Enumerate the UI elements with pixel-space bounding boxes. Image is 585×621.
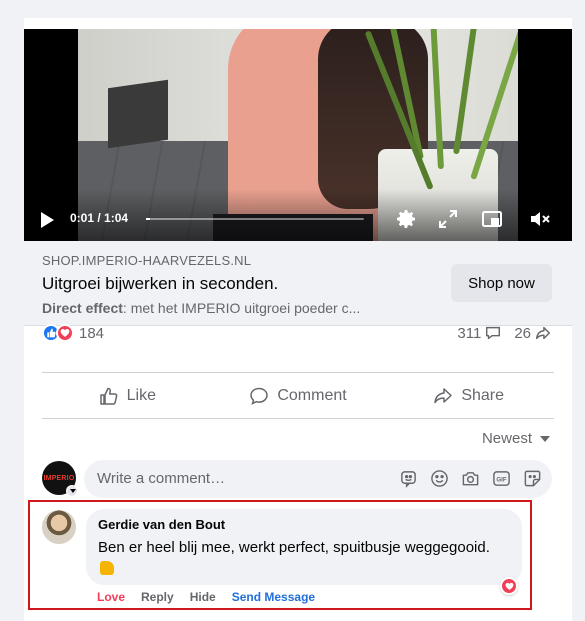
composer-tools: GIF	[399, 469, 542, 488]
reaction-count: 184	[79, 324, 105, 342]
like-label: Like	[126, 387, 157, 404]
comment-count[interactable]: 311	[457, 325, 481, 342]
link-headline[interactable]: Uitgroei bijwerken in seconden.	[42, 274, 278, 294]
gif-icon[interactable]: GIF	[492, 469, 511, 488]
comment-author[interactable]: Gerdie van den Bout	[98, 517, 225, 532]
love-reaction-icon[interactable]	[500, 577, 518, 595]
video-player[interactable]: 0:01 / 1:04	[24, 29, 572, 241]
like-button[interactable]: Like	[42, 375, 213, 417]
send-message-link[interactable]: Send Message	[232, 590, 315, 604]
comment-hide-link[interactable]: Hide	[190, 590, 216, 604]
fullscreen-icon[interactable]	[436, 207, 460, 231]
svg-text:GIF: GIF	[496, 476, 506, 483]
share-count-icon	[535, 326, 551, 340]
avatar-sticker-icon[interactable]	[399, 469, 418, 488]
sort-label: Newest	[481, 430, 532, 447]
link-description: Direct effect: met het IMPERIO uitgroei …	[42, 300, 422, 316]
chevron-down-icon[interactable]	[66, 485, 78, 497]
picture-in-picture-icon[interactable]	[480, 207, 504, 231]
link-description-bold: Direct effect	[42, 300, 123, 316]
share-button[interactable]: Share	[383, 375, 554, 417]
shop-now-button[interactable]: Shop now	[451, 264, 552, 302]
avatar-logo-text: IMPERIO	[43, 474, 75, 482]
caret-down-icon	[540, 435, 550, 442]
volume-muted-icon[interactable]	[528, 207, 552, 231]
divider	[42, 418, 554, 419]
post-actions: Like Comment Share	[42, 375, 554, 417]
reaction-summary[interactable]: 184	[42, 322, 104, 344]
comment-actions: Love Reply Hide Send Message 1d	[97, 590, 331, 621]
comment-input-placeholder: Write a comment…	[97, 470, 226, 487]
video-progress-fill	[146, 218, 151, 220]
video-progress-bar[interactable]	[146, 218, 364, 220]
video-time: 0:01 / 1:04	[70, 211, 129, 225]
comment-sort-dropdown[interactable]: Newest	[482, 430, 550, 447]
thumbs-up-emoji-icon	[100, 561, 114, 575]
comment-reply-link[interactable]: Reply	[141, 590, 174, 604]
play-icon[interactable]	[41, 212, 54, 228]
link-preview[interactable]: SHOP.IMPERIO-HAARVEZELS.NL Uitgroei bijw…	[24, 241, 572, 326]
link-description-rest: : met het IMPERIO uitgroei poeder c...	[122, 300, 361, 316]
share-label: Share	[461, 387, 505, 404]
emoji-icon[interactable]	[430, 469, 449, 488]
video-controls: 0:01 / 1:04	[24, 189, 572, 241]
sticker-icon[interactable]	[523, 469, 542, 488]
share-icon	[434, 388, 453, 404]
comment-timestamp: 1d	[143, 612, 157, 621]
gear-icon[interactable]	[394, 207, 418, 231]
comment-count-icon	[486, 326, 501, 340]
link-domain: SHOP.IMPERIO-HAARVEZELS.NL	[42, 253, 252, 268]
comment-input[interactable]: Write a comment… GIF	[84, 460, 552, 498]
comment-label: Comment	[277, 387, 347, 404]
comment-love-link[interactable]: Love	[97, 590, 125, 604]
comment-text: Ben er heel blij mee, werkt perfect, spu…	[98, 539, 490, 556]
avatar[interactable]	[42, 510, 76, 544]
divider	[42, 372, 554, 373]
love-reaction-icon	[56, 324, 74, 342]
camera-icon[interactable]	[461, 469, 480, 488]
thumbs-up-icon	[99, 387, 118, 405]
engagement-counts: 311 26	[457, 324, 552, 342]
share-count[interactable]: 26	[514, 325, 531, 342]
comment-icon	[250, 387, 269, 405]
comment-bubble: Gerdie van den Bout Ben er heel blij mee…	[86, 509, 522, 585]
comment-button[interactable]: Comment	[213, 375, 384, 417]
comment-text-wrapper: Ben er heel blij mee, werkt perfect, spu…	[98, 537, 498, 579]
